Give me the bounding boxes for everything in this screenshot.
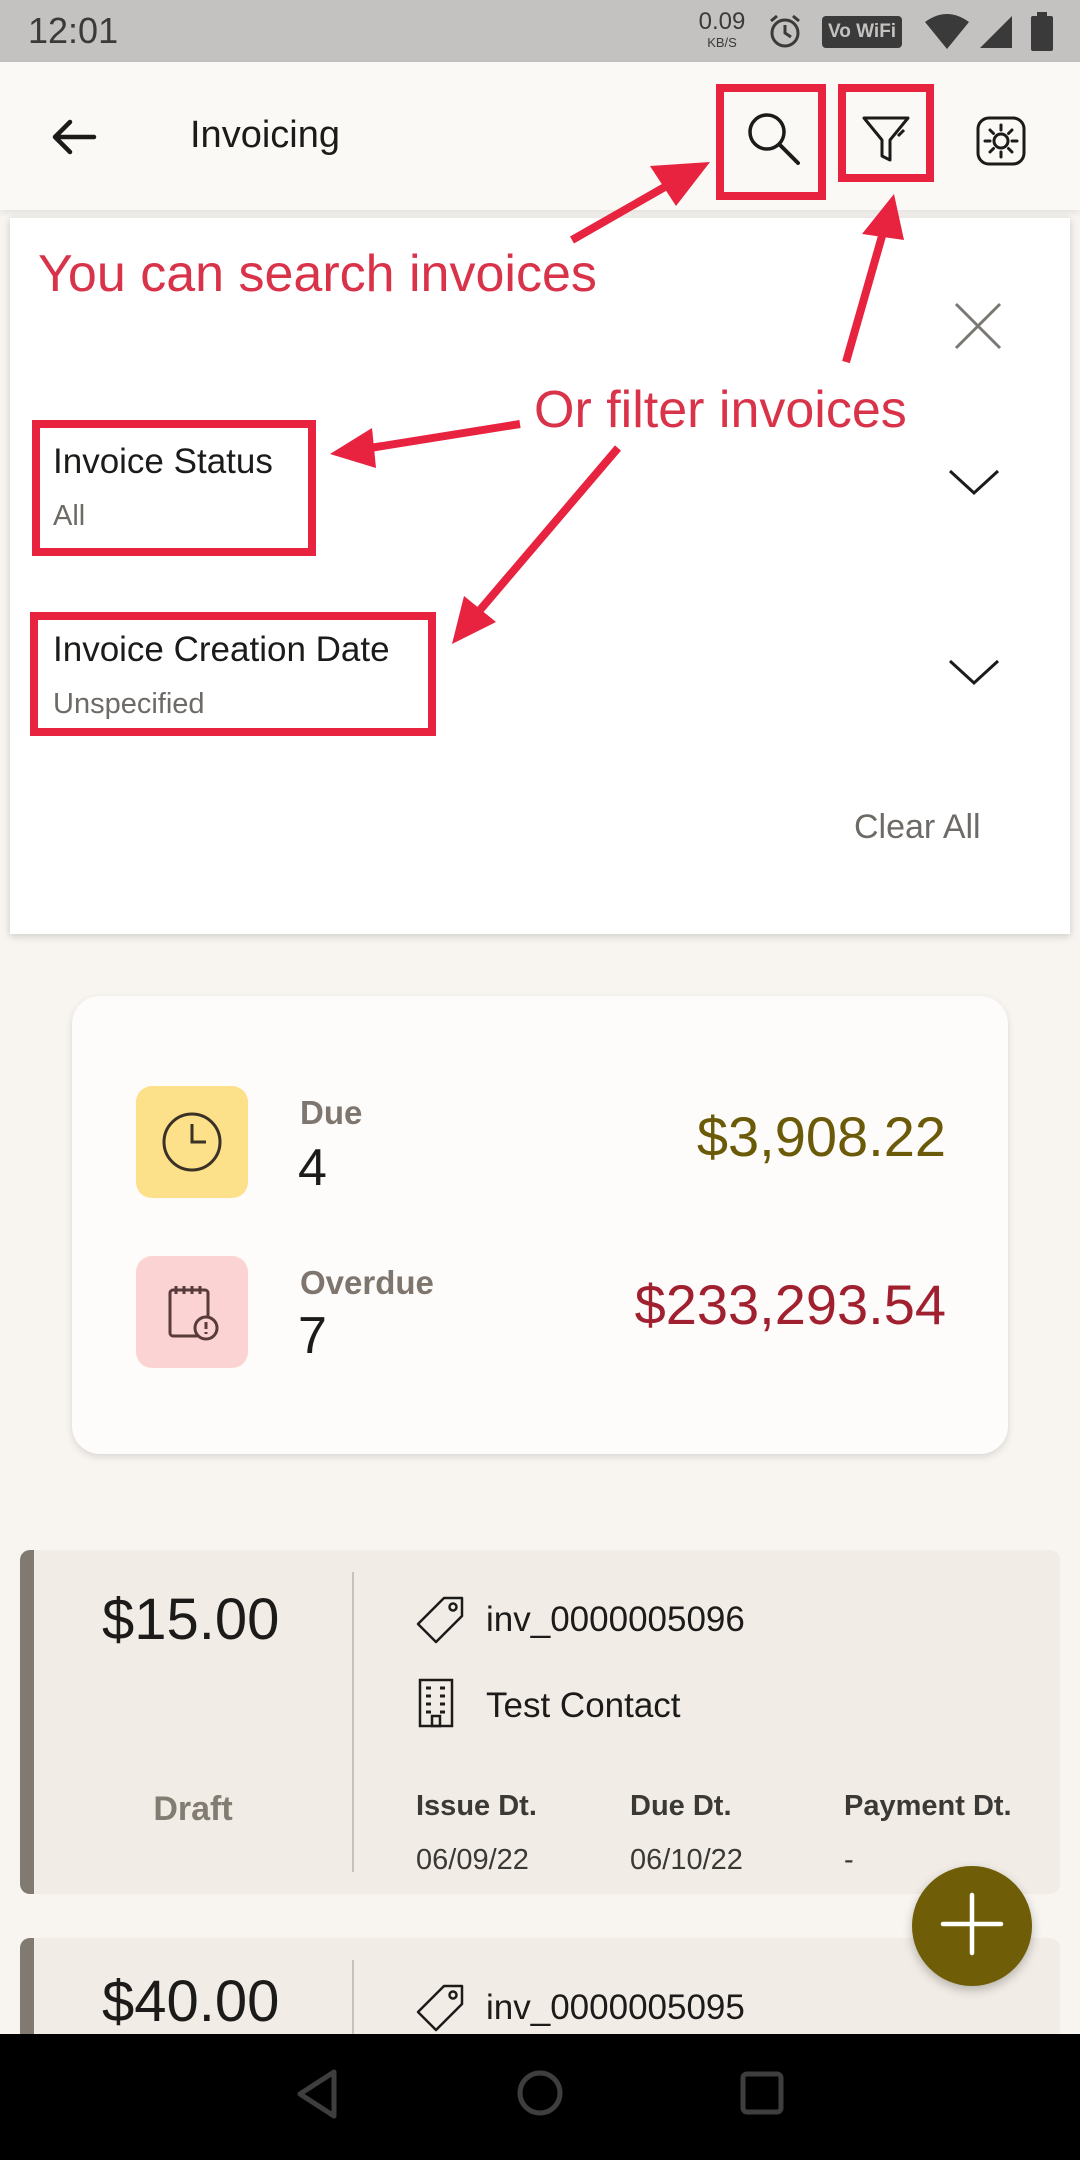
payment-date-label: Payment Dt.	[844, 1790, 1012, 1822]
invoice-divider	[352, 1572, 354, 1872]
overdue-amount: $233,293.54	[634, 1273, 946, 1336]
plus-icon	[937, 1889, 1007, 1964]
overdue-count: 7	[298, 1307, 327, 1365]
issue-date-label: Issue Dt.	[416, 1790, 537, 1822]
payment-date-value: -	[844, 1844, 854, 1876]
clock-icon	[136, 1086, 248, 1198]
add-invoice-button[interactable]	[912, 1866, 1032, 1986]
invoice-number: inv_0000005095	[486, 1988, 745, 2027]
system-nav-bar	[0, 2034, 1080, 2160]
overdue-label: Overdue	[300, 1264, 434, 1301]
tag-icon	[414, 1594, 466, 1651]
overdue-calendar-icon	[136, 1256, 248, 1368]
invoice-amount: $40.00	[102, 1969, 280, 2034]
invoice-amount: $15.00	[102, 1587, 280, 1652]
due-count: 4	[298, 1139, 327, 1197]
nav-back-icon[interactable]	[292, 2064, 342, 2129]
invoice-number: inv_0000005096	[486, 1600, 745, 1639]
due-date-label: Due Dt.	[630, 1790, 732, 1822]
nav-home-icon[interactable]	[514, 2062, 566, 2129]
invoice-summary-card: Due 4 $3,908.22 Overdue 7 $233,293.54	[72, 996, 1008, 1454]
nav-recents-icon[interactable]	[736, 2062, 788, 2129]
invoice-status-badge: Draft	[153, 1790, 233, 1828]
due-date-value: 06/10/22	[630, 1844, 743, 1876]
due-label: Due	[300, 1094, 363, 1131]
invoice-card[interactable]: $15.00 Draft inv_0000005096 Test Contact…	[20, 1550, 1060, 1894]
issue-date-value: 06/09/22	[416, 1844, 529, 1876]
tag-icon	[414, 1982, 466, 2039]
due-amount: $3,908.22	[696, 1105, 946, 1168]
invoice-contact: Test Contact	[486, 1686, 681, 1725]
building-icon	[414, 1676, 458, 1733]
annotation-arrows	[330, 162, 904, 644]
